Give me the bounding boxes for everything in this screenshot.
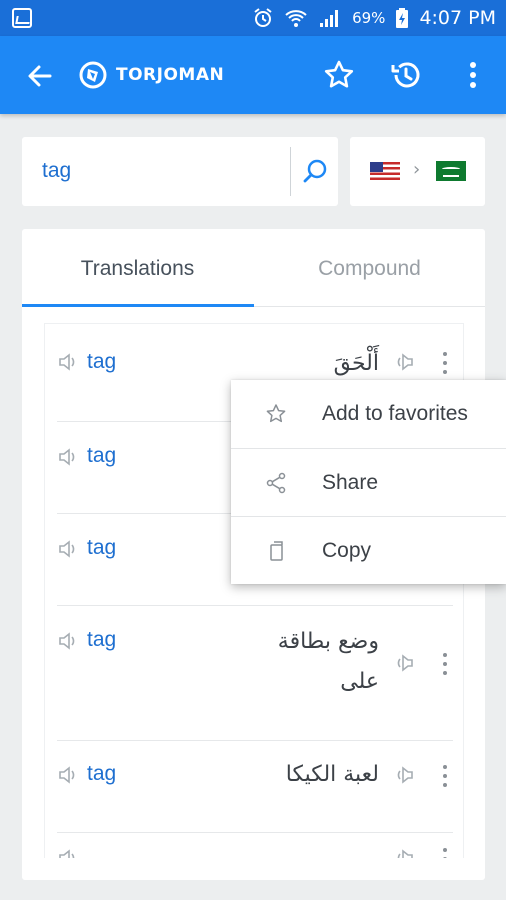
list-item[interactable]: tag وضع بطاقة على <box>57 606 453 741</box>
tab-bar: Translations Compound <box>22 229 485 307</box>
more-vert-icon[interactable] <box>441 847 449 858</box>
signal-icon <box>320 10 339 27</box>
saudi-flag-icon <box>436 161 466 181</box>
status-time: 4:07 PM <box>419 7 496 29</box>
speaker-icon[interactable] <box>393 764 415 786</box>
tab-compound[interactable]: Compound <box>254 257 485 281</box>
app-brand: TORJOMAN <box>116 65 225 85</box>
battery-charging-icon <box>396 8 409 28</box>
speaker-icon[interactable] <box>393 652 415 674</box>
more-vert-icon[interactable] <box>441 351 449 375</box>
status-icons: 69% 4:07 PM <box>252 0 496 36</box>
battery-percent: 69% <box>352 9 386 27</box>
menu-item-share[interactable]: Share <box>231 448 506 516</box>
gallery-icon <box>12 8 32 28</box>
source-word: tag <box>87 536 117 559</box>
source-word: tag <box>87 762 117 785</box>
copy-icon <box>270 541 283 561</box>
torjoman-logo-icon <box>79 61 107 89</box>
search-divider <box>290 147 291 196</box>
app-bar: TORJOMAN <box>0 36 506 114</box>
source-word: tag <box>87 628 117 651</box>
alarm-icon <box>254 8 272 27</box>
wifi-icon <box>285 10 307 27</box>
speaker-icon[interactable] <box>393 351 415 373</box>
more-vert-icon[interactable] <box>441 764 449 788</box>
language-separator: › <box>413 159 421 180</box>
menu-item-label: Add to favorites <box>322 402 468 425</box>
speaker-icon[interactable] <box>57 351 79 373</box>
us-flag-icon <box>370 162 400 180</box>
speaker-icon[interactable] <box>393 847 415 858</box>
history-icon[interactable] <box>389 58 423 92</box>
speaker-icon[interactable] <box>57 764 79 786</box>
status-bar: 69% 4:07 PM <box>0 0 506 36</box>
back-arrow-icon[interactable] <box>24 60 56 92</box>
menu-item-label: Copy <box>322 539 372 562</box>
speaker-icon[interactable] <box>57 630 79 652</box>
menu-item-label: Share <box>322 471 379 494</box>
language-selector[interactable]: › <box>350 137 485 206</box>
star-outline-icon <box>266 404 286 423</box>
target-word: أَلْحَقَ <box>333 351 379 376</box>
star-icon[interactable] <box>322 58 356 92</box>
speaker-icon[interactable] <box>57 847 79 858</box>
more-vert-icon[interactable] <box>456 58 490 92</box>
search-box: tag <box>22 137 338 206</box>
more-vert-icon[interactable] <box>441 652 449 676</box>
speaker-icon[interactable] <box>57 538 79 560</box>
context-menu: Add to favorites Share Copy <box>231 380 506 584</box>
app-logo: TORJOMAN <box>78 60 224 90</box>
target-word: لعبة الكيكا <box>285 762 379 787</box>
source-word: tag <box>87 444 117 467</box>
share-icon <box>266 472 286 494</box>
target-word: وضع بطاقة على <box>277 629 379 694</box>
menu-item-copy[interactable]: Copy <box>231 516 506 584</box>
tab-translations[interactable]: Translations <box>22 257 253 281</box>
speaker-icon[interactable] <box>57 446 79 468</box>
list-item[interactable]: tag لعبة الكيكا <box>57 741 453 833</box>
tab-indicator <box>22 304 254 307</box>
search-input[interactable]: tag <box>42 159 71 183</box>
search-icon[interactable] <box>302 157 330 185</box>
source-word: tag <box>87 350 117 373</box>
menu-item-add-to-favorites[interactable]: Add to favorites <box>231 380 506 448</box>
list-item[interactable] <box>57 833 453 858</box>
